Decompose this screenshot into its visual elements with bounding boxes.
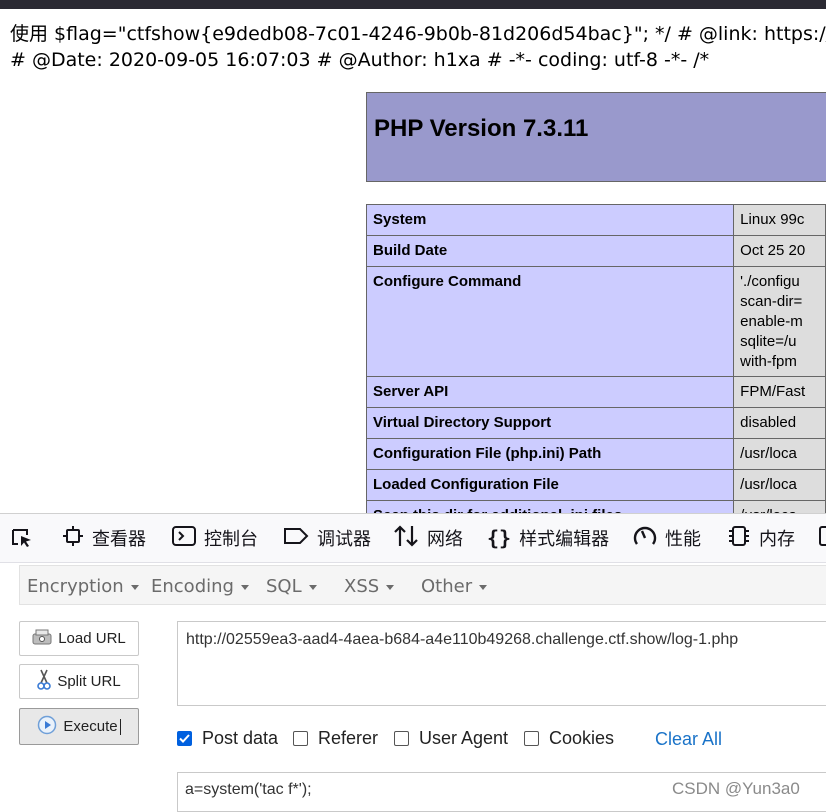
- table-row: Virtual Directory Support disabled: [365, 407, 826, 439]
- table-row: Server API FPM/Fast: [365, 376, 826, 408]
- row-value: /usr/loca: [733, 438, 826, 470]
- row-key: Build Date: [365, 235, 735, 267]
- tab-label: 网络: [427, 529, 463, 550]
- console-icon: [172, 525, 196, 552]
- user-agent-checkbox[interactable]: User Agent: [394, 728, 508, 749]
- scissors-icon: [37, 669, 52, 695]
- csdn-watermark: CSDN @Yun3a0: [672, 779, 800, 798]
- configure-line: enable-m: [740, 313, 803, 330]
- table-row: Configure Command './configu scan-dir= e…: [365, 266, 826, 377]
- storage-icon: [818, 524, 826, 553]
- tab-overflow[interactable]: [818, 525, 826, 551]
- menu-encoding[interactable]: Encoding: [151, 576, 249, 597]
- referer-checkbox[interactable]: Referer: [293, 728, 378, 749]
- caret-down-icon: [308, 584, 317, 590]
- row-key: Configure Command: [365, 266, 735, 377]
- option-label: Post data: [202, 728, 279, 748]
- tab-label: 性能: [665, 529, 701, 550]
- phpinfo-header: PHP Version 7.3.11: [366, 92, 826, 182]
- table-row: Build Date Oct 25 20: [365, 235, 826, 267]
- menu-encryption[interactable]: Encryption: [27, 576, 139, 597]
- table-row: System Linux 99c: [365, 204, 826, 236]
- devtools-tab-bar: 查看器 控制台 调试器 网络 {} 样式编辑器 性能 内存: [0, 514, 826, 563]
- phpinfo-table: System Linux 99c Build Date Oct 25 20 Co…: [365, 204, 826, 523]
- menu-label: Encryption: [27, 576, 124, 597]
- tab-style-editor[interactable]: {} 样式编辑器: [487, 525, 609, 551]
- text-cursor: [119, 718, 121, 735]
- checkbox-icon[interactable]: [524, 731, 539, 746]
- caret-down-icon: [479, 584, 488, 590]
- configure-line: './configu: [740, 273, 800, 290]
- button-label: Load URL: [58, 630, 126, 647]
- configure-line: with-fpm: [740, 353, 797, 370]
- menu-xss[interactable]: XSS: [344, 576, 395, 597]
- caret-down-icon: [240, 584, 249, 590]
- menu-label: Other: [421, 576, 473, 597]
- tab-performance[interactable]: 性能: [633, 525, 701, 551]
- browser-chrome-strip: [0, 0, 826, 9]
- caret-down-icon: [130, 584, 139, 590]
- tab-label: 样式编辑器: [519, 529, 610, 550]
- checkbox-icon[interactable]: [394, 731, 409, 746]
- table-row: Loaded Configuration File /usr/loca: [365, 469, 826, 501]
- row-key: Loaded Configuration File: [365, 469, 735, 501]
- button-label: Split URL: [57, 673, 121, 690]
- php-version-title: PHP Version 7.3.11: [374, 115, 589, 142]
- row-key: Virtual Directory Support: [365, 407, 735, 439]
- menu-sql[interactable]: SQL: [266, 576, 317, 597]
- checkbox-checked-icon[interactable]: [177, 731, 192, 746]
- button-label: Execute: [63, 718, 118, 735]
- row-value: Oct 25 20: [733, 235, 826, 267]
- braces-icon: {}: [487, 526, 512, 550]
- tab-label: 查看器: [92, 529, 146, 550]
- option-label: Referer: [318, 728, 379, 748]
- menu-other[interactable]: Other: [421, 576, 488, 597]
- tab-console[interactable]: 控制台: [172, 525, 258, 551]
- checkbox-icon[interactable]: [293, 731, 308, 746]
- post-data-checkbox[interactable]: Post data: [177, 728, 278, 749]
- row-key: Server API: [365, 376, 735, 408]
- execute-button[interactable]: Execute: [19, 708, 139, 745]
- clear-all-link[interactable]: Clear All: [655, 729, 722, 750]
- option-label: User Agent: [419, 728, 509, 748]
- tab-network[interactable]: 网络: [393, 524, 463, 553]
- hackbar-menu-bar: Encryption Encoding SQL XSS Other: [19, 565, 826, 605]
- memory-chip-icon: [727, 524, 751, 553]
- row-value: Linux 99c: [733, 204, 826, 236]
- configure-line: sqlite=/u: [740, 333, 797, 350]
- row-key: Configuration File (php.ini) Path: [365, 438, 735, 470]
- row-value: disabled: [733, 407, 826, 439]
- tab-memory[interactable]: 内存: [727, 525, 795, 551]
- tab-inspector[interactable]: 查看器: [62, 525, 146, 551]
- menu-label: Encoding: [151, 576, 234, 597]
- row-value: /usr/loca: [733, 469, 826, 501]
- tab-label: 内存: [759, 529, 795, 550]
- debugger-icon: [283, 525, 309, 552]
- menu-label: SQL: [266, 576, 302, 597]
- tab-label: 调试器: [317, 529, 371, 550]
- comment-output-line: # @Date: 2020-09-05 16:07:03 # @Author: …: [10, 49, 710, 71]
- flag-output-line: 使用 $flag="ctfshow{e9dedb08-7c01-4246-9b0…: [10, 23, 826, 45]
- caret-down-icon: [386, 584, 395, 590]
- network-icon: [393, 524, 419, 553]
- load-url-button[interactable]: Load URL: [19, 621, 139, 656]
- element-picker-icon[interactable]: [10, 527, 34, 549]
- row-value-multiline: './configu scan-dir= enable-m sqlite=/u …: [733, 266, 826, 377]
- menu-label: XSS: [344, 576, 380, 597]
- configure-line: scan-dir=: [740, 293, 803, 310]
- table-row: Configuration File (php.ini) Path /usr/l…: [365, 438, 826, 470]
- tab-debugger[interactable]: 调试器: [283, 525, 371, 551]
- option-label: Cookies: [549, 728, 615, 748]
- url-textarea[interactable]: http://02559ea3-aad4-4aea-b684-a4e110b49…: [177, 621, 826, 706]
- tab-label: 控制台: [204, 529, 258, 550]
- cookies-checkbox[interactable]: Cookies: [524, 728, 614, 749]
- row-value: FPM/Fast: [733, 376, 826, 408]
- inspector-icon: [62, 525, 84, 552]
- row-key: System: [365, 204, 735, 236]
- load-icon: [32, 629, 52, 649]
- play-icon: [37, 715, 57, 739]
- split-url-button[interactable]: Split URL: [19, 664, 139, 699]
- gauge-icon: [633, 525, 657, 552]
